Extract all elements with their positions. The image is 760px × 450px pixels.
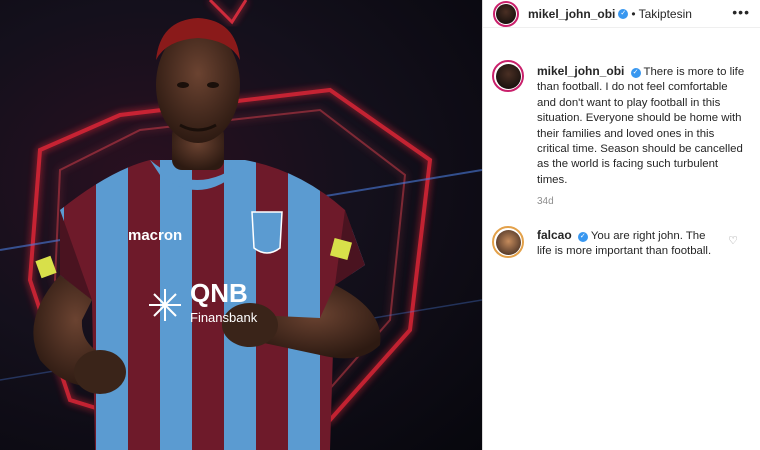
verified-badge-icon: ✓	[630, 67, 641, 78]
comments-panel: mikel_john_obi ✓ • Takiptesin ••• mikel_…	[483, 0, 760, 450]
post-image[interactable]: macron QNB Finansbank	[0, 0, 482, 450]
comment-username[interactable]: falcao	[537, 228, 572, 242]
post-caption: mikel_john_obi ✓ There is more to life t…	[537, 64, 749, 188]
more-options-icon[interactable]: •••	[732, 4, 750, 20]
post-author-username[interactable]: mikel_john_obi	[528, 7, 615, 21]
bank-subtext: Finansbank	[190, 310, 258, 325]
verified-badge-icon: ✓	[577, 231, 588, 242]
comment-author-avatar[interactable]	[492, 226, 524, 258]
verified-badge-icon: ✓	[618, 8, 629, 19]
post-author-avatar[interactable]	[493, 0, 519, 27]
header-divider	[483, 27, 760, 28]
header-separator: •	[631, 6, 636, 21]
caption-text: There is more to life than football. I d…	[537, 66, 745, 186]
sponsor-text: macron	[128, 227, 182, 244]
comment-item: falcao ✓ You are right john. The life is…	[537, 228, 715, 260]
caption-username[interactable]: mikel_john_obi	[537, 64, 624, 78]
post-timestamp[interactable]: 34d	[537, 196, 554, 207]
like-comment-heart-icon[interactable]: ♡	[728, 234, 738, 247]
caption-author-avatar[interactable]	[492, 60, 524, 92]
player-photo: macron QNB Finansbank	[0, 0, 482, 450]
post-header: mikel_john_obi ✓ • Takiptesin •••	[483, 0, 760, 27]
follow-status-button[interactable]: Takiptesin	[639, 7, 692, 21]
bank-text: QNB	[190, 278, 248, 308]
